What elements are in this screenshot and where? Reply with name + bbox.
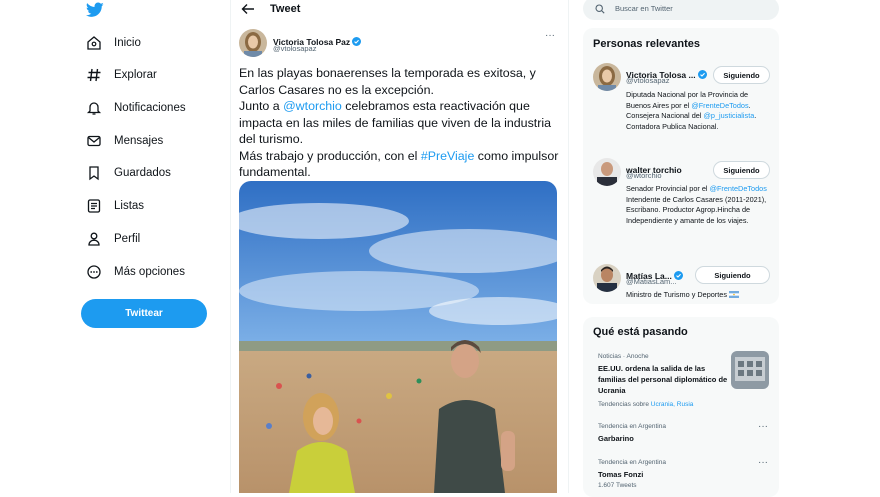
mention-link[interactable]: @wtorchio [283, 99, 342, 113]
hashtag-icon [87, 68, 101, 82]
search-box[interactable]: Buscar en Twitter [583, 0, 779, 20]
trend-sub: Tendencias sobre Ucrania, Rusia [598, 401, 693, 408]
person-bio: Ministro de Turismo y Deportes [626, 290, 776, 301]
nav-item-lists[interactable]: Listas [86, 196, 144, 216]
verified-badge-icon [697, 70, 707, 79]
tweet-photo[interactable] [239, 181, 557, 493]
nav-label: Perfil [114, 233, 141, 245]
nav-item-more-options[interactable]: Más opciones [86, 262, 185, 282]
person-avatar[interactable] [593, 158, 621, 186]
list-icon [87, 199, 101, 213]
home-icon [87, 36, 101, 50]
person-bio: Diputada Nacional por la Provincia de Bu… [626, 90, 771, 132]
nav-item-bookmarks[interactable]: Guardados [86, 163, 171, 183]
nav-label: Mensajes [114, 135, 164, 147]
left-navigation: Inicio Explorar Notificaciones Mensajes … [0, 0, 230, 493]
bio-text: Intendente de Carlos Casares (2011-2021)… [626, 194, 767, 225]
nav-label: Guardados [114, 167, 171, 179]
author-avatar[interactable] [239, 29, 267, 57]
following-button[interactable]: Siguiendo [713, 161, 770, 179]
trend-more-icon[interactable]: ··· [758, 421, 768, 432]
person-avatar[interactable] [593, 264, 621, 292]
twitter-bird-icon[interactable] [86, 2, 104, 18]
trend-title: Garbarino [598, 434, 634, 443]
bio-link[interactable]: @FrenteDeTodos [710, 184, 767, 193]
bio-text: Senador Provincial por el [626, 184, 710, 193]
search-icon [595, 3, 605, 14]
trend-count: 1.607 Tweets [598, 482, 637, 489]
person-handle[interactable]: @MatiasLam... [626, 277, 677, 286]
trend-meta: Tendencia en Argentina [598, 459, 666, 466]
nav-item-home[interactable]: Inicio [86, 33, 141, 53]
following-button[interactable]: Siguiendo [695, 266, 770, 284]
tweet-line2-pre: Junto a [239, 99, 284, 113]
bookmark-icon [89, 166, 99, 181]
person-handle[interactable]: @wtorchio [626, 171, 662, 180]
trend-title: EE.UU. ordena la salida de las familias … [598, 364, 728, 395]
author-handle[interactable]: @vtolosapaz [273, 44, 316, 53]
verified-badge-icon [352, 37, 362, 46]
nav-label: Más opciones [114, 266, 185, 278]
argentina-flag-icon [729, 291, 740, 298]
person-avatar[interactable] [593, 63, 621, 91]
bio-link[interactable]: @FrenteDeTodos [691, 101, 748, 110]
bio-link[interactable]: @p_justicialista [703, 111, 754, 120]
panel-title: Personas relevantes [593, 38, 701, 50]
tweet-line1: En las playas bonaerenses la temporada e… [239, 66, 536, 97]
trend-sub-links[interactable]: Ucrania, Rusia [651, 401, 694, 408]
back-arrow-icon[interactable] [241, 3, 255, 15]
right-sidebar: Buscar en Twitter Personas relevantes Vi… [577, 0, 787, 497]
trend-meta: Tendencia en Argentina [598, 423, 666, 430]
person-bio: Senador Provincial por el @FrenteDeTodos… [626, 184, 771, 226]
nav-item-messages[interactable]: Mensajes [86, 131, 163, 151]
more-circle-icon [87, 265, 101, 279]
tweet-line3-pre: Más trabajo y producción, con el [239, 148, 421, 163]
tweet-text: En las playas bonaerenses la temporada e… [239, 65, 559, 181]
trends-panel: Qué está pasando Noticias · Anoche EE.UU… [583, 317, 779, 497]
hashtag-link[interactable]: #PreViaje [421, 149, 475, 163]
following-button[interactable]: Siguiendo [713, 66, 770, 84]
envelope-icon [87, 135, 101, 147]
nav-label: Inicio [114, 37, 141, 49]
main-column: Tweet Victoria Tolosa Paz @vtolosapaz ··… [230, 0, 569, 493]
trend-sub-text: Tendencias sobre [598, 401, 651, 408]
trend-title: Tomas Fonzi [598, 470, 644, 479]
trend-meta: Noticias · Anoche [598, 353, 649, 360]
nav-item-explore[interactable]: Explorar [86, 65, 157, 85]
tweet-more-icon[interactable]: ··· [545, 30, 555, 41]
page-title: Tweet [270, 3, 301, 15]
bio-text: Ministro de Turismo y Deportes [626, 290, 730, 299]
panel-title: Qué está pasando [593, 326, 688, 338]
nav-label: Listas [114, 200, 145, 212]
nav-label: Notificaciones [114, 102, 186, 114]
tweet-button[interactable]: Twittear [81, 299, 207, 328]
trend-more-icon[interactable]: ··· [758, 457, 768, 468]
bell-icon [86, 102, 102, 115]
nav-item-notifications[interactable]: Notificaciones [86, 98, 186, 118]
relevant-people-panel: Personas relevantes Victoria Tolosa ... … [583, 28, 779, 304]
nav-item-profile[interactable]: Perfil [86, 229, 140, 249]
search-placeholder[interactable]: Buscar en Twitter [615, 4, 673, 13]
nav-label: Explorar [114, 69, 157, 81]
news-thumbnail [731, 351, 769, 389]
person-icon [88, 232, 100, 246]
person-handle[interactable]: @vtolosapaz [626, 76, 669, 85]
